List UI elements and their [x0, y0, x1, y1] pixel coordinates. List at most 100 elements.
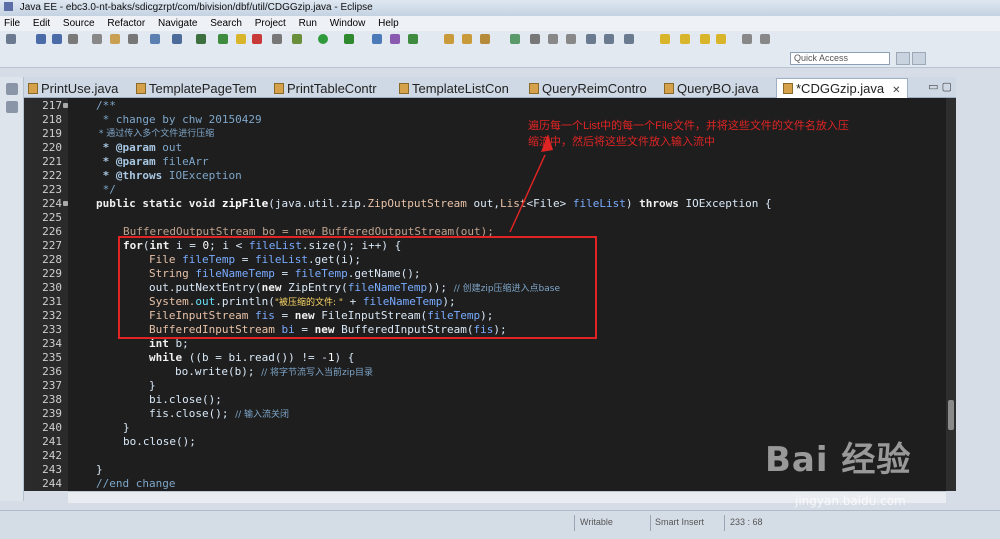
restore-icon[interactable] — [6, 83, 18, 95]
menu-window[interactable]: Window — [330, 18, 366, 29]
line-number: 235 — [42, 351, 62, 364]
menu-help[interactable]: Help — [378, 18, 399, 29]
line-number: 243 — [42, 463, 62, 476]
misc-icon[interactable] — [760, 34, 770, 44]
line-number: 217 — [42, 99, 62, 112]
suspend-icon[interactable] — [236, 34, 246, 44]
open-type-icon[interactable] — [444, 34, 454, 44]
java-file-icon — [399, 83, 409, 94]
java-file-icon — [28, 83, 38, 94]
code-line: fis.close(); // 输入流关闭 — [149, 407, 290, 420]
annotation-icon[interactable] — [510, 34, 520, 44]
watermark-url: jingyan.baidu.com — [795, 494, 906, 508]
code-line: * @param out — [96, 141, 183, 154]
tab-printtablecontroller[interactable]: PrintTableContr — [274, 79, 384, 98]
tab-templatelist[interactable]: TemplateListCon — [399, 79, 516, 98]
new-package-icon[interactable] — [408, 34, 418, 44]
menu-refactor[interactable]: Refactor — [107, 18, 145, 29]
java-file-icon — [274, 83, 284, 94]
status-cursor-position: 233 : 68 — [730, 517, 763, 527]
menu-file[interactable]: File — [4, 18, 20, 29]
code-line: /** — [96, 99, 116, 112]
line-number: 232 — [42, 309, 62, 322]
refresh-icon[interactable] — [172, 34, 182, 44]
menu-search[interactable]: Search — [210, 18, 242, 29]
code-line: BufferedOutputStream bo = new BufferedOu… — [123, 225, 494, 238]
new-class-icon[interactable] — [390, 34, 400, 44]
menu-run[interactable]: Run — [299, 18, 317, 29]
new-java-project-icon[interactable] — [372, 34, 382, 44]
tab-printuse[interactable]: PrintUse.java — [28, 79, 136, 98]
skip-icon[interactable] — [150, 34, 160, 44]
search-icon[interactable] — [480, 34, 490, 44]
menu-project[interactable]: Project — [255, 18, 286, 29]
terminate-icon[interactable] — [252, 34, 262, 44]
close-tab-icon[interactable]: ✕ — [892, 85, 900, 96]
line-number: 222 — [42, 169, 62, 182]
mark-icon[interactable] — [128, 34, 138, 44]
line-number: 225 — [42, 211, 62, 224]
vertical-scrollbar[interactable] — [946, 98, 956, 491]
show-whitespace-icon[interactable] — [548, 34, 558, 44]
annotation-text: 遍历每一个List中的每一个File文件，并将这些文件的文件名放入压缩流中，然后… — [528, 120, 849, 148]
tab-queryreimcontroller[interactable]: QueryReimContro — [529, 79, 647, 98]
code-line: bo.close(); — [123, 435, 196, 448]
line-number: 236 — [42, 365, 62, 378]
toggle-icon[interactable] — [92, 34, 102, 44]
status-bar: Writable Smart Insert 233 : 68 — [0, 510, 1000, 539]
open-resource-icon[interactable] — [462, 34, 472, 44]
nav-back-arrow-icon[interactable] — [700, 34, 710, 44]
back-icon[interactable] — [660, 34, 670, 44]
code-line: for(int i = 0; i < fileList.size(); i++)… — [123, 239, 402, 252]
nav-forward-arrow-icon[interactable] — [716, 34, 726, 44]
line-number: 221 — [42, 155, 62, 168]
menu-edit[interactable]: Edit — [33, 18, 50, 29]
forward-icon[interactable] — [680, 34, 690, 44]
quick-access-input[interactable]: Quick Access — [790, 52, 890, 65]
code-line: public static void zipFile(java.util.zip… — [96, 197, 772, 210]
prev-annotation-icon[interactable] — [604, 34, 614, 44]
code-line: out.putNextEntry(new ZipEntry(fileNameTe… — [149, 281, 561, 294]
tab-templatepage[interactable]: TemplatePageTem — [136, 79, 261, 98]
package-explorer-icon[interactable] — [6, 101, 18, 113]
task-icon[interactable] — [110, 34, 120, 44]
code-line: } — [149, 379, 156, 392]
pin-icon[interactable] — [742, 34, 752, 44]
open-perspective-icon[interactable] — [896, 52, 910, 65]
line-number: 240 — [42, 421, 62, 434]
last-edit-icon[interactable] — [624, 34, 634, 44]
external-tools-icon[interactable] — [344, 34, 354, 44]
resume-icon[interactable] — [218, 34, 228, 44]
tab-querybo[interactable]: QueryBO.java — [664, 79, 772, 98]
scroll-thumb[interactable] — [948, 400, 954, 430]
step-icon[interactable] — [196, 34, 206, 44]
print-icon[interactable] — [68, 34, 78, 44]
block-select-icon[interactable] — [566, 34, 576, 44]
menu-navigate[interactable]: Navigate — [158, 18, 197, 29]
save-icon[interactable] — [36, 34, 46, 44]
line-number: 219 — [42, 127, 62, 140]
code-line: FileInputStream fis = new FileInputStrea… — [149, 309, 494, 322]
disconnect-icon[interactable] — [272, 34, 282, 44]
line-number: 227 — [42, 239, 62, 252]
new-icon[interactable] — [6, 34, 16, 44]
line-number: 233 — [42, 323, 62, 336]
code-line: File fileTemp = fileList.get(i); — [149, 253, 361, 266]
java-file-icon — [136, 83, 146, 94]
debug-icon[interactable] — [292, 34, 302, 44]
next-annotation-icon[interactable] — [586, 34, 596, 44]
window-title: Java EE - ebc3.0-nt-baks/sdicgzrpt/com/b… — [19, 2, 373, 13]
line-number: 244 — [42, 477, 62, 490]
minimize-maximize-icon[interactable]: ▭ ▢ — [928, 80, 952, 93]
line-number: 242 — [42, 449, 62, 462]
run-icon[interactable] — [318, 34, 328, 44]
editor-tab-bar: PrintUse.java TemplatePageTem PrintTable… — [24, 77, 956, 99]
highlight-icon[interactable] — [530, 34, 540, 44]
line-number: 224 — [42, 197, 62, 210]
status-writable: Writable — [580, 517, 613, 527]
menu-source[interactable]: Source — [63, 18, 95, 29]
java-ee-perspective-icon[interactable] — [912, 52, 926, 65]
watermark-brand: Bai 经验 — [765, 440, 912, 480]
save-all-icon[interactable] — [52, 34, 62, 44]
tab-cdggzip[interactable]: *CDGGzip.java ✕ — [776, 78, 908, 99]
